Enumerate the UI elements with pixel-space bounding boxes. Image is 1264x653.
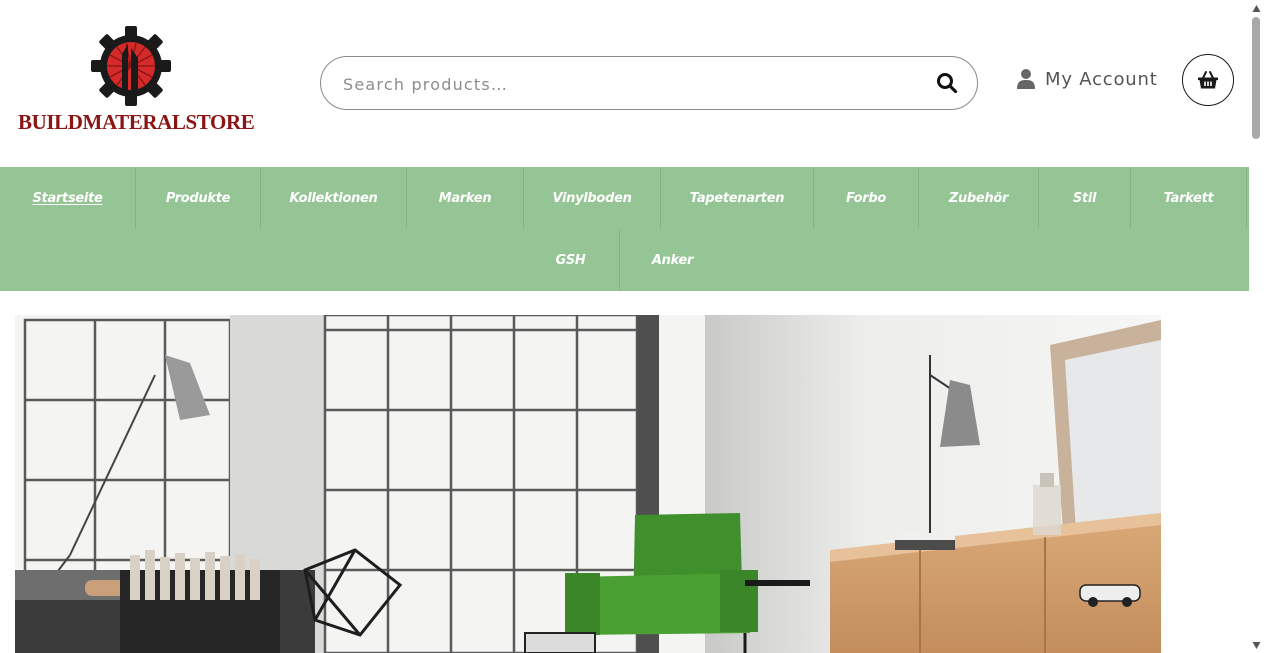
vertical-scrollbar[interactable] — [1249, 0, 1264, 653]
nav-item-zubehoer[interactable]: Zubehör — [919, 167, 1039, 229]
search-box — [320, 56, 978, 111]
interior-scene-illustration — [15, 315, 1161, 653]
gear-logo-icon — [91, 26, 171, 106]
nav-item-kollektionen[interactable]: Kollektionen — [261, 167, 407, 229]
nav-item-forbo[interactable]: Forbo — [814, 167, 919, 229]
nav-row-1: Startseite Produkte Kollektionen Marken … — [0, 167, 1247, 229]
my-account-link[interactable]: My Account — [1017, 66, 1158, 92]
page: BUILDMATERALSTORE My Account — [0, 0, 1264, 653]
nav-item-produkte[interactable]: Produkte — [136, 167, 261, 229]
scrollbar-thumb[interactable] — [1252, 17, 1260, 139]
nav-item-tapetenarten[interactable]: Tapetenarten — [661, 167, 814, 229]
search-input[interactable] — [341, 57, 925, 111]
logo-wordmark: BUILDMATERALSTORE — [18, 110, 255, 134]
search-icon — [937, 73, 958, 94]
my-account-label: My Account — [1045, 68, 1158, 90]
nav-item-stil[interactable]: Stil — [1039, 167, 1131, 229]
nav-item-vinylboden[interactable]: Vinylboden — [524, 167, 661, 229]
nav-item-startseite[interactable]: Startseite — [0, 167, 136, 229]
basket-icon — [1198, 71, 1218, 89]
site-header: BUILDMATERALSTORE My Account — [0, 0, 1249, 167]
scroll-up-arrow-icon[interactable] — [1252, 4, 1261, 13]
nav-item-tarkett[interactable]: Tarkett — [1131, 167, 1247, 229]
cart-button[interactable] — [1182, 54, 1234, 106]
site-logo[interactable]: BUILDMATERALSTORE — [18, 26, 263, 138]
user-icon — [1017, 69, 1035, 89]
scroll-down-arrow-icon[interactable] — [1252, 641, 1261, 650]
nav-item-marken[interactable]: Marken — [407, 167, 524, 229]
nav-row-2: GSH Anker — [522, 229, 725, 291]
search-button[interactable] — [935, 71, 959, 95]
nav-item-gsh[interactable]: GSH — [522, 229, 620, 291]
nav-item-anker[interactable]: Anker — [620, 229, 725, 291]
hero-banner-image — [15, 315, 1161, 653]
main-navigation: Startseite Produkte Kollektionen Marken … — [0, 167, 1249, 291]
